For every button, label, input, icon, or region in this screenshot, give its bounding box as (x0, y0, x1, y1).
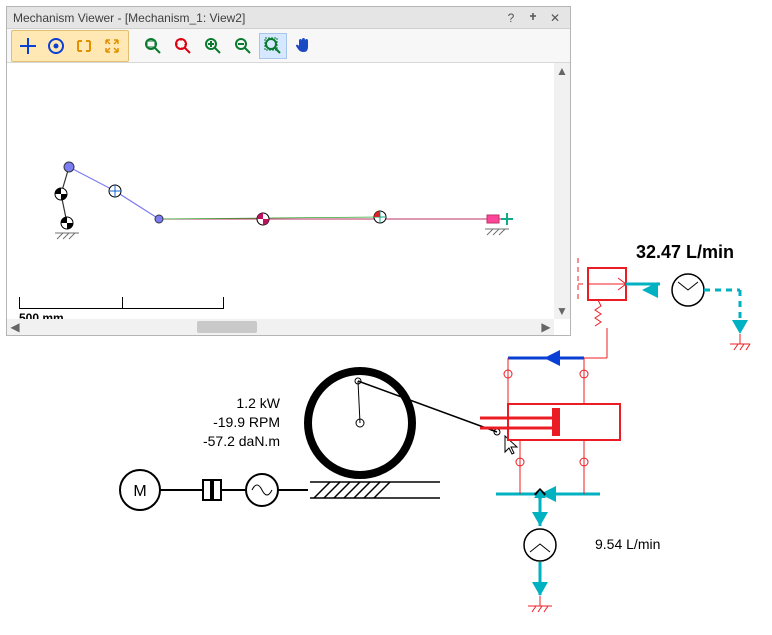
flywheel (308, 371, 412, 475)
flow-rate-bottom-label: 9.54 L/min (595, 535, 685, 554)
scroll-up-icon[interactable]: ▲ (554, 63, 570, 79)
pin-button[interactable] (524, 10, 542, 26)
scroll-left-icon[interactable]: ◀ (7, 319, 23, 335)
speed-label: -19.9 RPM (180, 413, 280, 432)
window-title: Mechanism Viewer - [Mechanism_1: View2] (13, 11, 498, 25)
torque-label: -57.2 daN.m (180, 432, 280, 451)
mechanism-viewport[interactable]: 500 mm ▲ ▼ ◀ ▶ (7, 63, 570, 335)
toolbar (7, 29, 570, 63)
drive-train: M (120, 470, 440, 510)
target-tool[interactable] (42, 33, 70, 59)
svg-text:M: M (133, 483, 146, 500)
help-button[interactable]: ? (502, 10, 520, 26)
flow-rate-top-label: 32.47 L/min (620, 240, 750, 264)
crosshair-tool[interactable] (14, 33, 42, 59)
scroll-down-icon[interactable]: ▼ (554, 303, 570, 319)
scale-bar: 500 mm (19, 293, 224, 309)
zoom-fit-tool[interactable] (139, 33, 167, 59)
mechanism-viewer-panel: Mechanism Viewer - [Mechanism_1: View2] … (6, 6, 571, 336)
vertical-scrollbar[interactable]: ▲ ▼ (554, 63, 570, 319)
cursor-icon (505, 436, 517, 454)
zoom-select-tool[interactable] (259, 33, 287, 59)
expand-tool[interactable] (98, 33, 126, 59)
scroll-thumb[interactable] (197, 321, 257, 333)
zoom-out-tool[interactable] (229, 33, 257, 59)
zoom-window-tool[interactable] (169, 33, 197, 59)
scroll-right-icon[interactable]: ▶ (538, 319, 554, 335)
titlebar: Mechanism Viewer - [Mechanism_1: View2] … (7, 7, 570, 29)
bracket-tool[interactable] (70, 33, 98, 59)
pan-tool[interactable] (289, 33, 317, 59)
power-label: 1.2 kW (180, 394, 280, 413)
motor-readout: 1.2 kW -19.9 RPM -57.2 daN.m (180, 394, 280, 451)
zoom-in-tool[interactable] (199, 33, 227, 59)
close-button[interactable]: ✕ (546, 10, 564, 26)
horizontal-scrollbar[interactable]: ◀ ▶ (7, 319, 554, 335)
marker-tool-group (11, 30, 129, 62)
